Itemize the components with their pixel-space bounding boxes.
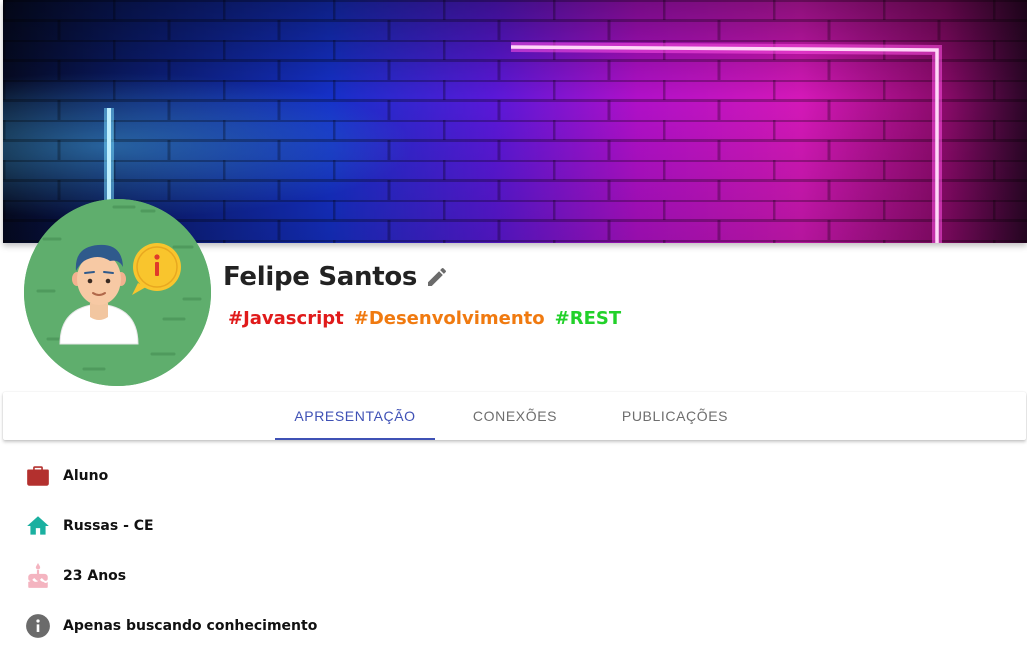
profile-tabs: APRESENTAÇÃO CONEXÕES PUBLICAÇÕES <box>3 392 1026 440</box>
info-text: Apenas buscando conhecimento <box>63 618 318 634</box>
tab-apresentacao[interactable]: APRESENTAÇÃO <box>275 392 435 440</box>
info-icon <box>26 614 50 638</box>
info-item-age: 23 Anos <box>25 563 126 589</box>
profile-name-row: Felipe Santos <box>223 259 449 295</box>
tag-javascript[interactable]: #Javascript <box>228 308 344 329</box>
neon-brick-wall-image <box>3 0 1027 243</box>
tab-conexoes[interactable]: CONEXÕES <box>435 392 595 440</box>
edit-pencil-icon[interactable] <box>425 265 449 289</box>
cake-icon <box>28 563 48 588</box>
active-tab-indicator <box>275 438 435 440</box>
tab-publicacoes[interactable]: PUBLICAÇÕES <box>595 392 755 440</box>
info-text: Russas - CE <box>63 518 154 534</box>
home-icon <box>27 516 49 535</box>
info-text: 23 Anos <box>63 568 127 584</box>
profile-name: Felipe Santos <box>223 262 418 292</box>
info-item-location: Russas - CE <box>25 513 154 539</box>
avatar-illustration <box>24 199 211 386</box>
info-item-bio: Apenas buscando conhecimento <box>25 613 317 639</box>
profile-avatar[interactable] <box>24 199 211 386</box>
info-item-occupation: Aluno <box>25 463 108 489</box>
tag-desenvolvimento[interactable]: #Desenvolvimento <box>354 308 545 329</box>
cover-banner <box>3 0 1027 243</box>
profile-page: Felipe Santos #Javascript #Desenvolvimen… <box>0 0 1027 667</box>
briefcase-icon <box>27 466 49 486</box>
tag-rest[interactable]: #REST <box>555 308 621 329</box>
interest-tags: #Javascript #Desenvolvimento #REST <box>228 308 621 329</box>
info-text: Aluno <box>63 468 109 484</box>
